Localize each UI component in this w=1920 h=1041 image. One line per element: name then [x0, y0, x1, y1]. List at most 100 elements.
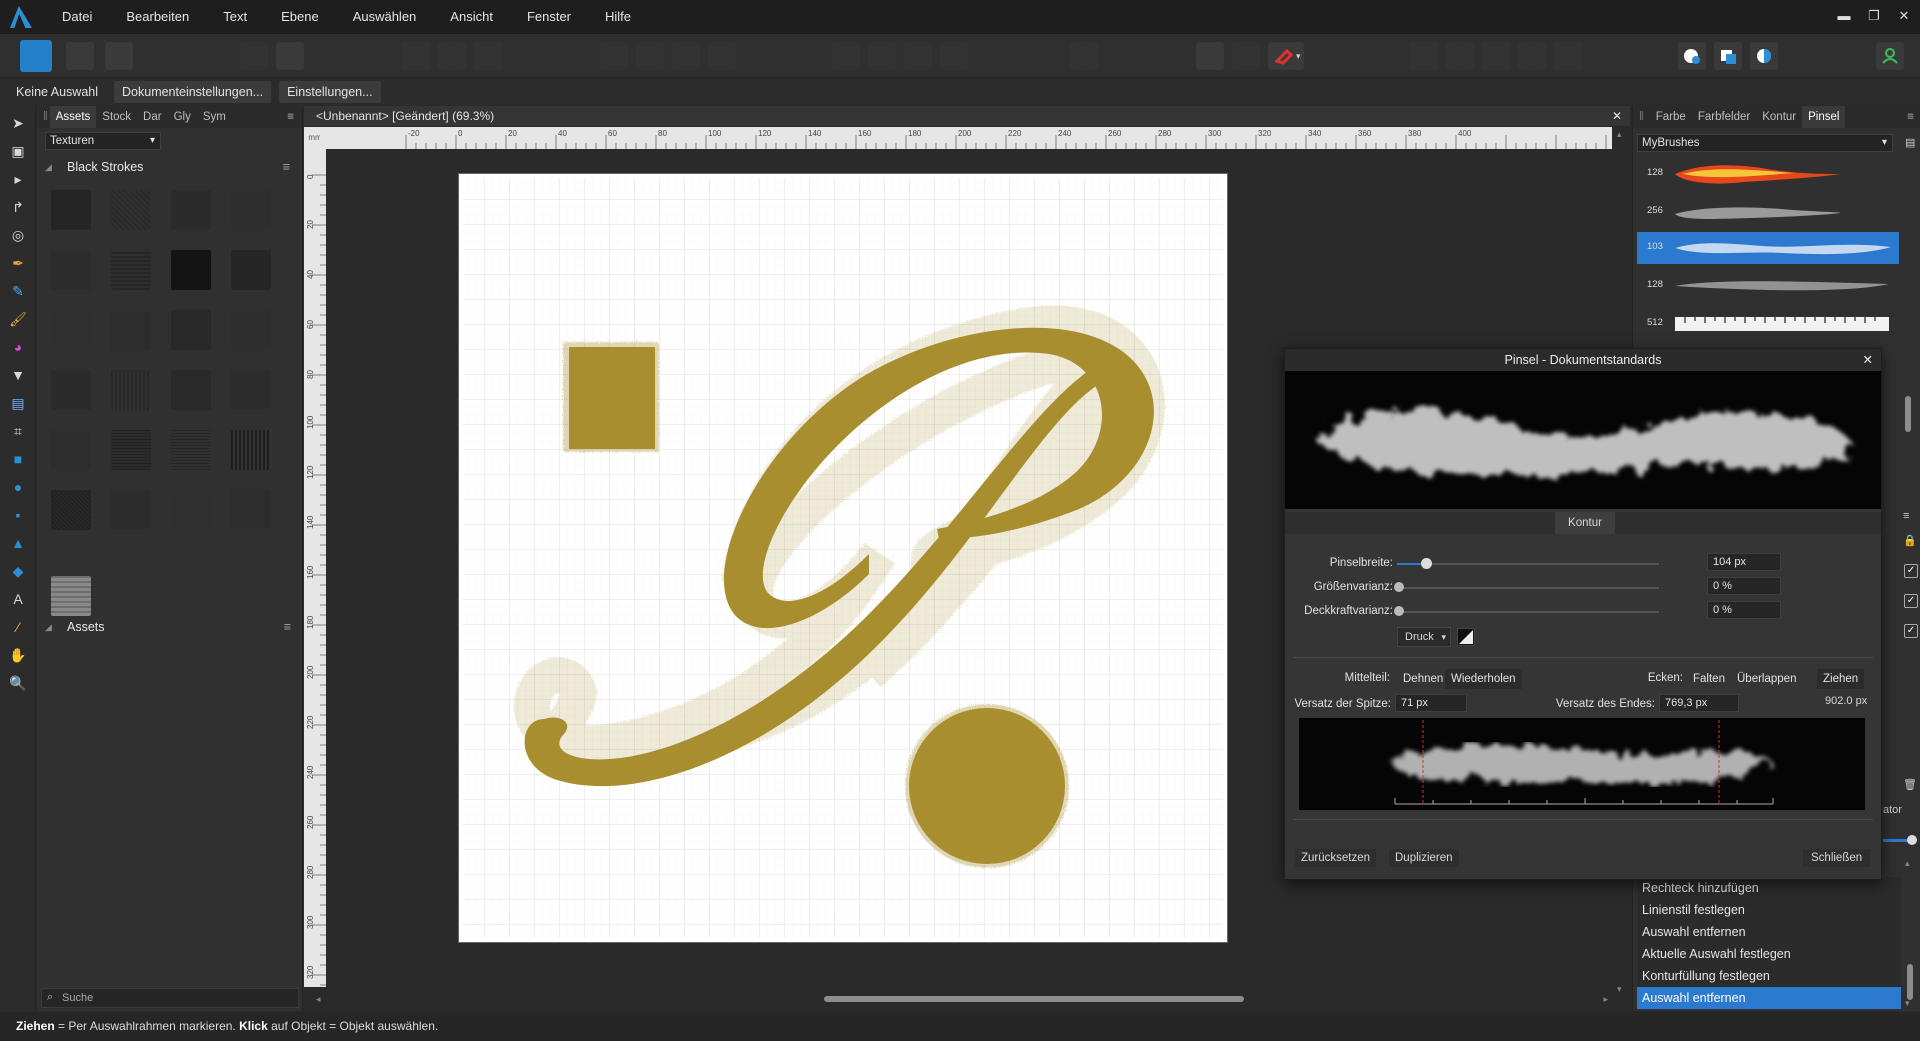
tab-assets[interactable]: Assets: [49, 106, 97, 128]
middle-stretch-button[interactable]: Dehnen: [1397, 669, 1449, 689]
brush-width-slider-knob[interactable]: [1420, 558, 1432, 569]
dialog-titlebar[interactable]: Pinsel - Dokumentstandards ✕: [1285, 349, 1881, 371]
texture-item[interactable]: [51, 250, 91, 290]
opacity-variance-field[interactable]: 0 %: [1707, 601, 1781, 619]
transparency-tool-icon[interactable]: ▼: [9, 366, 27, 384]
close-window-button[interactable]: ✕: [1890, 0, 1918, 34]
close-dialog-icon[interactable]: ✕: [1863, 349, 1873, 371]
texture-item[interactable]: [231, 250, 271, 290]
snap-toggle-icon[interactable]: [1232, 42, 1260, 70]
insert-inside-icon[interactable]: [1678, 42, 1706, 70]
artboard-tool-icon[interactable]: ▣: [9, 142, 27, 160]
pixel-persona-icon[interactable]: [66, 42, 94, 70]
texture-item[interactable]: [231, 430, 271, 470]
tab-sym[interactable]: Sym: [197, 111, 232, 123]
texture-item[interactable]: [171, 190, 211, 230]
designer-persona-icon[interactable]: [20, 40, 52, 72]
triangle-tool-icon[interactable]: ▲: [9, 534, 27, 552]
panel-grip-icon[interactable]: ‖: [1633, 111, 1650, 123]
texture-item[interactable]: [111, 310, 151, 350]
texture-item[interactable]: [51, 310, 91, 350]
texture-item[interactable]: [171, 310, 211, 350]
point-transform-tool-icon[interactable]: ◎: [9, 226, 27, 244]
artwork-canvas[interactable]: [459, 174, 1227, 942]
pencil-tool-icon[interactable]: ✎: [9, 282, 27, 300]
opacity-variance-slider-knob[interactable]: [1394, 606, 1404, 616]
snapping-assist-icon[interactable]: [276, 42, 304, 70]
menu-text[interactable]: Text: [207, 0, 265, 34]
tab-farbe[interactable]: Farbe: [1650, 111, 1692, 123]
align-right-icon[interactable]: [904, 42, 932, 70]
menu-bearbeiten[interactable]: Bearbeiten: [110, 0, 207, 34]
brush-item[interactable]: 512: [1637, 308, 1899, 340]
settings-icon[interactable]: [240, 42, 268, 70]
texture-item[interactable]: [231, 310, 271, 350]
size-variance-slider[interactable]: [1397, 587, 1659, 589]
menu-ebene[interactable]: Ebene: [265, 0, 337, 34]
ungroup-icon[interactable]: [636, 42, 664, 70]
brush-item[interactable]: 128: [1637, 158, 1899, 190]
texture-item[interactable]: [51, 430, 91, 470]
duplicate-button[interactable]: Duplizieren: [1389, 849, 1459, 867]
horizontal-scroll-thumb[interactable]: [824, 996, 1244, 1002]
snapping-magnet-icon[interactable]: ▾: [1268, 42, 1304, 70]
close-document-icon[interactable]: ✕: [1612, 106, 1622, 126]
ellipse-tool-icon[interactable]: ●: [9, 478, 27, 496]
layer-visibility-checkbox[interactable]: ✓: [1904, 564, 1918, 578]
history-item[interactable]: Auswahl entfernen: [1637, 921, 1901, 943]
horizontal-scrollbar[interactable]: ◂ ▸: [314, 993, 1610, 1005]
boolean-xor-icon[interactable]: [1518, 42, 1546, 70]
shapes-tool-icon[interactable]: ◆: [9, 562, 27, 580]
ruler-horizontal[interactable]: -20 0 20 40 60 80 100 120 140 160 180 200 220 240 260 2…: [320, 127, 1612, 149]
texture-item[interactable]: [231, 490, 271, 530]
history-item[interactable]: Aktuelle Auswahl festlegen: [1637, 943, 1901, 965]
align-left-icon[interactable]: [832, 42, 860, 70]
brush-width-field[interactable]: 104 px: [1707, 553, 1781, 571]
fill-tool-icon[interactable]: ◕: [9, 338, 27, 356]
tab-dar[interactable]: Dar: [137, 111, 168, 123]
texture-item[interactable]: [231, 370, 271, 410]
texture-item[interactable]: [51, 490, 91, 530]
collapse-triangle-icon[interactable]: ◢: [45, 616, 52, 638]
size-variance-field[interactable]: 0 %: [1707, 577, 1781, 595]
pressure-curve-icon[interactable]: [1457, 628, 1475, 646]
art-square[interactable]: [569, 347, 655, 449]
rounded-rectangle-tool-icon[interactable]: ▪: [9, 506, 27, 524]
grid-icon[interactable]: [1196, 42, 1224, 70]
layer-visibility-checkbox[interactable]: ✓: [1904, 624, 1918, 638]
settings-button[interactable]: Einstellungen...: [279, 81, 381, 103]
boolean-divide-icon[interactable]: [1554, 42, 1582, 70]
section-assets[interactable]: ◢ Assets ≡: [37, 616, 303, 638]
tab-kontur[interactable]: Kontur: [1756, 111, 1802, 123]
menu-auswaehlen[interactable]: Auswählen: [337, 0, 435, 34]
ruler-vertical[interactable]: 0 20 40 60 80 100 120 140 160 180 200 220 240 260 280 3…: [304, 149, 326, 987]
bounding-box-icon[interactable]: [438, 42, 466, 70]
tab-farbfelder[interactable]: Farbfelder: [1692, 111, 1756, 123]
boolean-add-icon[interactable]: [1410, 42, 1438, 70]
color-picker-tool-icon[interactable]: ∕: [9, 618, 27, 636]
minimize-button[interactable]: ▬: [1830, 0, 1858, 34]
brush-stroke-editor[interactable]: [1299, 718, 1865, 810]
panel-menu-icon[interactable]: ≡: [1901, 111, 1920, 123]
brush-item-selected[interactable]: 103: [1637, 232, 1899, 264]
section-menu-icon[interactable]: ≡: [284, 616, 291, 638]
scroll-up-icon[interactable]: ▴: [1905, 858, 1910, 869]
transform-mode-icon[interactable]: [402, 42, 430, 70]
texture-item[interactable]: [51, 190, 91, 230]
align-center-icon[interactable]: [868, 42, 896, 70]
section-black-strokes[interactable]: ◢ Black Strokes ≡: [37, 156, 302, 178]
texture-item[interactable]: [111, 370, 151, 410]
corner-overlap-button[interactable]: Überlappen: [1731, 669, 1802, 689]
tip-offset-field[interactable]: 71 px: [1395, 694, 1467, 712]
pressure-dropdown[interactable]: Druck ▾: [1397, 627, 1451, 647]
texture-item[interactable]: [171, 250, 211, 290]
menu-ansicht[interactable]: Ansicht: [434, 0, 511, 34]
menu-fenster[interactable]: Fenster: [511, 0, 589, 34]
tab-pinsel[interactable]: Pinsel: [1802, 106, 1846, 128]
share-icon[interactable]: [105, 42, 133, 70]
panel-grip-icon[interactable]: ‖: [37, 111, 50, 123]
texture-item[interactable]: [231, 190, 271, 230]
history-item[interactable]: Linienstil festlegen: [1637, 899, 1901, 921]
brush-list-menu-icon[interactable]: ▤: [1905, 136, 1915, 149]
section-menu-icon[interactable]: ≡: [283, 156, 290, 178]
